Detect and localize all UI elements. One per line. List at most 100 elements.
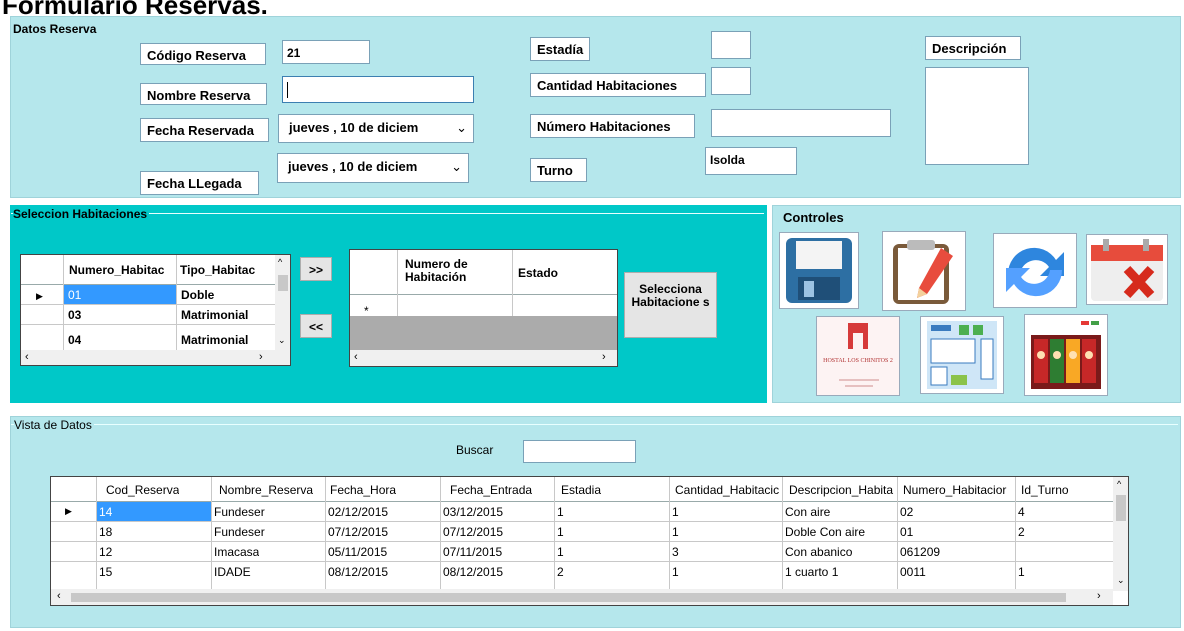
horizontal-scrollbar[interactable]: ‹ ›	[51, 589, 1113, 605]
table-row-selected[interactable]	[97, 502, 211, 521]
table-cell: 03/12/2015	[443, 505, 504, 519]
chevron-down-icon[interactable]: ⌄	[456, 120, 467, 136]
column-header[interactable]: Tipo_Habitac	[180, 263, 266, 277]
table-cell: 1	[1018, 565, 1025, 579]
hostal-logo-text: HOSTAL LOS CHINITOS 2	[823, 358, 893, 364]
table-cell: 0011	[900, 565, 926, 579]
table-cell: 04	[68, 333, 82, 345]
table-cell: 1	[672, 505, 679, 519]
table-cell: 08/12/2015	[328, 565, 389, 579]
save-button[interactable]	[779, 232, 859, 309]
column-header[interactable]: Id_Turno	[1021, 483, 1069, 497]
column-header[interactable]: Cantidad_Habitacic	[675, 483, 781, 497]
chevron-down-icon[interactable]: ⌄	[451, 159, 462, 175]
table-cell: IDADE	[214, 565, 251, 579]
fecha-llegada-value: jueves , 10 de diciem	[288, 159, 418, 174]
column-header[interactable]: Fecha_Hora	[330, 483, 396, 497]
vista-group-border	[11, 424, 1178, 425]
table-cell: Doble Con aire	[785, 525, 866, 539]
table-cell: 05/11/2015	[328, 545, 388, 559]
column-header[interactable]: Numero_Habitac	[69, 263, 174, 277]
table-cell: 01	[900, 525, 914, 539]
selecciona-habitaciones-button[interactable]: Selecciona Habitacione s	[624, 272, 717, 338]
move-left-button[interactable]: <<	[300, 314, 332, 338]
table-cell: Imacasa	[214, 545, 260, 559]
codigo-reserva-label: Código Reserva	[140, 43, 266, 65]
report-button[interactable]	[920, 316, 1004, 394]
descripcion-field[interactable]	[925, 67, 1029, 165]
horizontal-scrollbar[interactable]: ‹ ›	[350, 350, 617, 366]
table-cell: Fundeser	[214, 525, 265, 539]
table-cell: 01	[68, 288, 82, 302]
datos-reserva-title: Datos Reserva	[13, 22, 97, 36]
descripcion-label: Descripción	[925, 36, 1021, 60]
table-cell: 1	[557, 545, 564, 559]
column-header[interactable]: Descripcion_Habita	[789, 483, 896, 497]
fecha-reservada-picker[interactable]: jueves , 10 de diciem ⌄	[278, 114, 474, 143]
delete-button[interactable]	[1086, 234, 1168, 305]
row-selector-arrow: ▶	[65, 506, 72, 516]
table-cell: 4	[1018, 505, 1025, 519]
seleccion-habitaciones-title: Seleccion Habitaciones	[13, 207, 150, 221]
column-header[interactable]: Nombre_Reserva	[219, 483, 313, 497]
turno-field[interactable]: Isolda	[705, 147, 797, 175]
vista-de-datos-title: Vista de Datos	[14, 418, 94, 432]
controles-title: Controles	[783, 210, 844, 225]
table-cell: 3	[672, 545, 679, 559]
table-cell: 1	[557, 525, 564, 539]
turno-label: Turno	[530, 158, 587, 182]
buscar-field[interactable]	[523, 440, 636, 463]
edit-icon	[893, 240, 953, 304]
estadia-field[interactable]	[711, 31, 751, 59]
table-cell: 03	[68, 308, 82, 322]
table-cell: Matrimonial	[181, 333, 249, 345]
hostal-logo-icon: HOSTAL LOS CHINITOS 2	[823, 323, 893, 364]
nombre-reserva-field[interactable]	[282, 76, 474, 103]
vertical-scrollbar[interactable]: ^ ⌄	[275, 255, 290, 350]
table-cell: Con aire	[785, 505, 831, 519]
column-header[interactable]: Fecha_Entrada	[450, 483, 532, 497]
reservas-data-grid[interactable]: Cod_Reserva Nombre_Reserva Fecha_Hora Fe…	[50, 476, 1129, 606]
table-cell: 061209	[900, 545, 941, 559]
habitaciones-disponibles-grid[interactable]: Numero_Habitac Tipo_Habitac ▶ 01 Doble 0…	[20, 254, 291, 366]
table-cell: 07/12/2015	[443, 525, 504, 539]
table-cell: 2	[557, 565, 564, 579]
fecha-llegada-picker[interactable]: jueves , 10 de diciem ⌄	[277, 153, 469, 183]
table-cell: 1 cuarto 1	[785, 565, 839, 579]
edit-button[interactable]	[882, 231, 966, 311]
column-header[interactable]: Cod_Reserva	[106, 483, 179, 497]
table-cell: 12	[99, 545, 113, 559]
refresh-button[interactable]	[993, 233, 1077, 308]
table-cell: 18	[99, 525, 113, 539]
table-cell: 15	[99, 565, 113, 579]
table-cell: Matrimonial	[181, 308, 249, 322]
table-cell: 07/12/2015	[328, 525, 389, 539]
column-header[interactable]: Numero_Habitacior	[903, 483, 1013, 497]
column-header[interactable]: Estadia	[561, 483, 601, 497]
table-cell: 1	[557, 505, 564, 519]
move-right-button[interactable]: >>	[300, 257, 332, 281]
table-cell: 2	[1018, 525, 1025, 539]
numero-habitaciones-field[interactable]	[711, 109, 891, 137]
table-cell: 08/12/2015	[443, 565, 504, 579]
delete-calendar-icon	[1091, 239, 1163, 301]
table-cell: 1	[672, 565, 679, 579]
empty-area	[350, 316, 617, 350]
table-cell: 07/11/2015	[443, 545, 503, 559]
cantidad-habitaciones-field[interactable]	[711, 67, 751, 95]
estadia-label: Estadía	[530, 37, 590, 61]
column-header[interactable]: Numero de Habitación	[405, 258, 505, 284]
vertical-scrollbar[interactable]: ^ ⌄	[1113, 477, 1128, 591]
table-cell: 1	[672, 525, 679, 539]
table-cell: 02/12/2015	[328, 505, 389, 519]
horizontal-scrollbar[interactable]: ‹ ›	[21, 350, 290, 365]
numero-habitaciones-label: Número Habitaciones	[530, 114, 695, 138]
gallery-button[interactable]	[1024, 314, 1108, 396]
habitaciones-seleccionadas-grid[interactable]: Numero de Habitación Estado * ‹ ›	[349, 249, 618, 367]
column-header[interactable]: Estado	[518, 266, 558, 280]
table-cell: 14	[99, 505, 113, 519]
save-icon	[786, 238, 852, 303]
codigo-reserva-field[interactable]: 21	[282, 40, 370, 64]
hostal-logo-button[interactable]: HOSTAL LOS CHINITOS 2	[816, 316, 900, 396]
buscar-label: Buscar	[456, 443, 494, 457]
